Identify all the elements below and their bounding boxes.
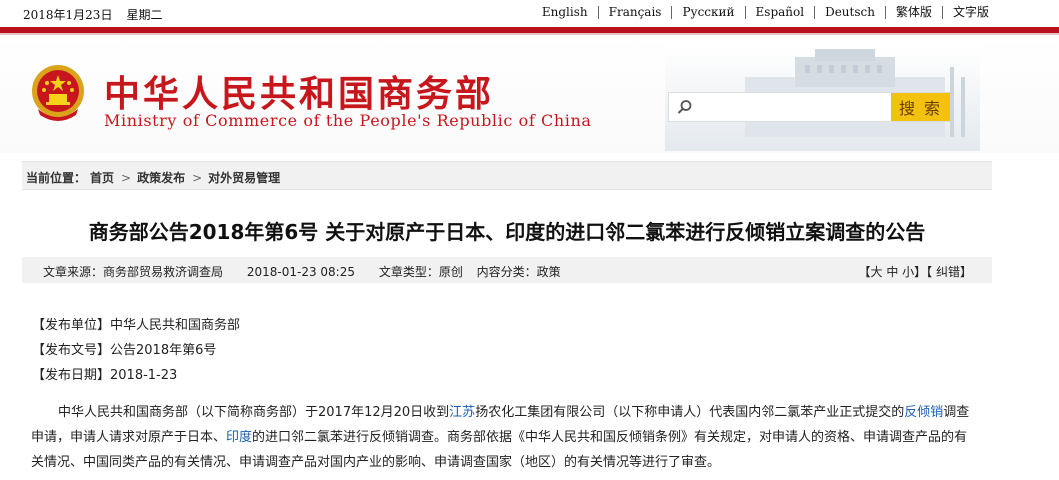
breadcrumb-policy-link[interactable]: 政策发布 (137, 171, 185, 185)
breadcrumb-trade-link[interactable]: 对外贸易管理 (208, 171, 280, 185)
national-emblem-icon[interactable] (30, 63, 86, 125)
site-header: 中华人民共和国商务部 Ministry of Commerce of the P… (0, 35, 1059, 153)
breadcrumb-separator: > (121, 171, 132, 185)
language-menu: English Français Русский Español Deutsch… (532, 6, 999, 19)
article-source: 文章来源：商务部贸易救济调查局 (43, 265, 224, 279)
article-meta-bar: 文章来源：商务部贸易救济调查局 2018-01-23 08:25 文章类型：原创… (22, 257, 992, 283)
jiangsu-link[interactable]: 江苏 (449, 405, 475, 420)
lang-english-link[interactable]: English (532, 6, 598, 19)
breadcrumb: 当前位置： 首页 > 政策发布 > 对外贸易管理 (22, 161, 992, 190)
lang-traditional-link[interactable]: 繁体版 (884, 6, 942, 19)
paragraph-text: 中华人民共和国商务部（以下简称商务部）于2017年12月20日收到 (58, 405, 450, 420)
breadcrumb-separator: > (192, 171, 203, 185)
info-publish-date: 【发布日期】2018-1-23 (32, 368, 178, 383)
site-title-chinese[interactable]: 中华人民共和国商务部 (104, 65, 494, 117)
article-title: 商务部公告2018年第6号 关于对原产于日本、印度的进口邻二氯苯进行反倾销立案调… (88, 220, 926, 244)
article-datetime: 2018-01-23 08:25 (246, 265, 355, 279)
search-icon (677, 100, 692, 114)
lang-textonly-link[interactable]: 文字版 (941, 6, 999, 19)
article-type: 文章类型：原创 (378, 265, 463, 279)
font-size-control[interactable]: 【大 中 小】 (859, 265, 927, 279)
india-link[interactable]: 印度 (226, 430, 252, 445)
current-date: 2018年1月23日 星期二 (23, 6, 176, 23)
breadcrumb-home-link[interactable]: 首页 (90, 171, 114, 185)
article-category: 内容分类：政策 (476, 265, 561, 279)
antidumping-link[interactable]: 反倾销 (904, 405, 943, 420)
top-bar: 2018年1月23日 星期二 English Français Русский E… (0, 0, 1059, 27)
weekday-text: 星期二 (126, 8, 163, 22)
lang-spanish-link[interactable]: Español (744, 6, 815, 19)
paragraph-text: 扬农化工集团有限公司（以下称申请人）代表国内邻二氯苯产业正式提交的 (475, 405, 905, 420)
correction-link[interactable]: 【 纠错】 (926, 265, 972, 279)
search-input[interactable] (699, 96, 889, 118)
breadcrumb-label: 当前位置： (26, 171, 87, 185)
info-publisher: 【发布单位】中华人民共和国商务部 (32, 318, 241, 333)
search-button[interactable]: 搜 索 (891, 93, 950, 121)
lang-russian-link[interactable]: Русский (671, 6, 744, 19)
info-doc-number: 【发布文号】公告2018年第6号 (32, 343, 217, 358)
site-title-english[interactable]: Ministry of Commerce of the People's Rep… (104, 111, 592, 130)
article-tools: 【大 中 小】【 纠错】 (859, 263, 972, 280)
article-body-paragraph: 中华人民共和国商务部（以下简称商务部）于2017年12月20日收到江苏扬农化工集… (31, 400, 976, 475)
lang-french-link[interactable]: Français (597, 6, 672, 19)
lang-german-link[interactable]: Deutsch (814, 6, 885, 19)
date-text: 2018年1月23日 (23, 8, 113, 22)
article-meta: 文章来源：商务部贸易救济调查局 2018-01-23 08:25 文章类型：原创… (43, 263, 563, 280)
